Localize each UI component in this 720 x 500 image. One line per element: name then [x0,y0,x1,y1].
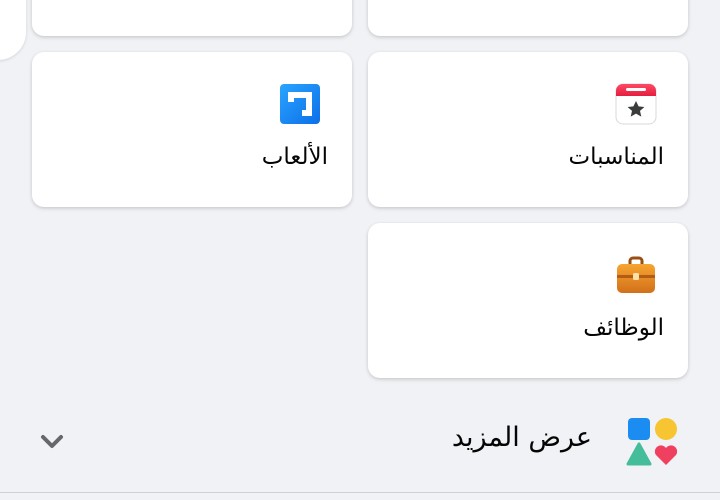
shortcut-card-jobs[interactable]: الوظائف [368,223,688,378]
shapes-icon [626,418,678,466]
partial-menu-item[interactable] [0,0,26,60]
briefcase-icon [617,256,655,293]
gaming-icon [280,84,320,124]
see-more-label: عرض المزيد [451,422,592,453]
see-more-button[interactable]: عرض المزيد [0,400,720,484]
shortcut-card-games[interactable]: الألعاب [32,52,352,207]
chevron-down-icon[interactable] [38,430,66,454]
divider [0,492,720,493]
calendar-star-icon [615,83,657,125]
shortcut-card-partial-right[interactable] [368,0,688,36]
shortcut-card-partial-left[interactable] [32,0,352,36]
shortcut-label-events: المناسبات [568,144,664,170]
shortcut-label-jobs: الوظائف [583,315,664,341]
shortcut-card-events[interactable]: المناسبات [368,52,688,207]
shortcut-label-games: الألعاب [261,144,328,170]
